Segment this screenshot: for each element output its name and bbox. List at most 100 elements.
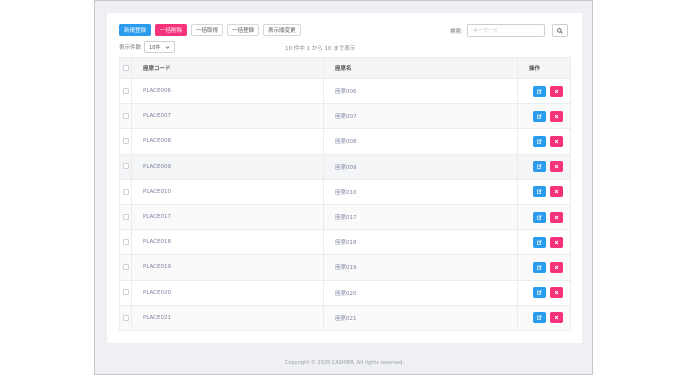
edit-button[interactable]	[533, 135, 546, 147]
table-row: PLACE021 座席021	[119, 304, 571, 331]
table-info: 10 件中 1 から 10 まで表示	[285, 46, 356, 52]
row-checkbox[interactable]	[122, 314, 129, 321]
page-length-value: 10件	[149, 44, 161, 51]
row-checkbox[interactable]	[122, 113, 129, 120]
row-checkbox[interactable]	[122, 138, 129, 145]
row-checkbox[interactable]	[122, 238, 129, 245]
delete-button[interactable]	[550, 135, 563, 147]
page-length-select[interactable]: 10件	[144, 41, 176, 53]
table-row: PLACE006 座席006	[119, 77, 571, 105]
search-icon	[557, 27, 563, 34]
row-checkbox[interactable]	[122, 188, 129, 195]
table-row: PLACE017 座席017	[119, 203, 571, 231]
row-actions	[517, 128, 571, 155]
header-ops: 操作	[517, 57, 571, 79]
table-header-row: 座席コード 座席名 操作	[119, 57, 571, 79]
row-checkbox[interactable]	[122, 87, 129, 94]
row-checkbox-cell	[119, 279, 132, 306]
close-icon	[554, 190, 559, 194]
delete-button[interactable]	[550, 261, 563, 273]
toolbar: 新規登録 一括削除 一括取得 一括登録 表示順変更	[119, 24, 301, 36]
chevron-down-icon	[165, 45, 170, 49]
edit-icon	[537, 214, 542, 220]
close-icon	[554, 265, 559, 270]
delete-button[interactable]	[550, 85, 563, 97]
edit-icon	[537, 114, 542, 119]
content-card: 新規登録 一括削除 一括取得 一括登録 表示順変更 検索: 表示件数 10件	[107, 13, 582, 343]
edit-button[interactable]	[533, 110, 546, 122]
table-row: PLACE010 座席010	[119, 178, 571, 205]
header-code[interactable]: 座席コード	[131, 57, 324, 79]
row-checkbox-cell	[119, 103, 132, 130]
edit-icon	[537, 164, 542, 169]
edit-icon	[537, 315, 542, 321]
seat-code: PLACE021	[131, 304, 324, 331]
edit-button[interactable]	[533, 211, 546, 223]
row-checkbox[interactable]	[122, 289, 129, 296]
edit-button[interactable]	[533, 261, 546, 273]
seat-name: 座席019	[323, 254, 518, 281]
row-checkbox[interactable]	[122, 163, 129, 170]
edit-button[interactable]	[533, 161, 546, 173]
seat-code: PLACE010	[131, 178, 324, 205]
row-checkbox[interactable]	[122, 264, 129, 271]
row-checkbox-cell	[119, 304, 132, 331]
seat-code: PLACE019	[131, 254, 324, 281]
delete-button[interactable]	[550, 312, 563, 324]
close-icon	[554, 290, 559, 295]
table-row: PLACE009 座席009	[119, 153, 571, 180]
delete-button[interactable]	[550, 287, 563, 299]
close-icon	[554, 89, 559, 93]
search-input[interactable]	[467, 24, 545, 37]
app-frame: 新規登録 一括削除 一括取得 一括登録 表示順変更 検索: 表示件数 10件	[94, 0, 593, 375]
edit-button[interactable]	[533, 312, 546, 324]
seat-name: 座席017	[323, 203, 518, 231]
row-checkbox-cell	[119, 153, 132, 180]
edit-icon	[537, 189, 542, 195]
close-icon	[554, 315, 559, 320]
delete-button[interactable]	[550, 236, 563, 248]
header-checkbox-cell	[119, 57, 132, 79]
row-checkbox-cell	[119, 128, 132, 155]
seat-name: 座席021	[323, 304, 518, 331]
seat-code: PLACE009	[131, 153, 324, 180]
edit-button[interactable]	[533, 186, 546, 198]
row-actions	[517, 254, 571, 281]
seat-name: 座席018	[323, 229, 518, 256]
delete-button[interactable]	[550, 211, 563, 223]
seat-name: 座席009	[323, 153, 518, 180]
select-all-checkbox[interactable]	[122, 64, 129, 71]
row-checkbox[interactable]	[122, 213, 129, 220]
edit-button[interactable]	[533, 236, 546, 248]
display-order-button[interactable]: 表示順変更	[263, 24, 301, 36]
row-actions	[517, 203, 571, 231]
row-actions	[517, 103, 571, 130]
search-label: 検索:	[450, 28, 463, 35]
seat-code: PLACE008	[131, 128, 324, 155]
table-row: PLACE018 座席018	[119, 229, 571, 256]
delete-button[interactable]	[550, 110, 563, 122]
new-button[interactable]: 新規登録	[119, 24, 152, 36]
row-checkbox-cell	[119, 229, 132, 256]
close-icon	[554, 215, 559, 219]
close-icon	[554, 114, 559, 119]
bulk-delete-button[interactable]: 一括削除	[155, 24, 188, 36]
bulk-register-button[interactable]: 一括登録	[227, 24, 260, 36]
seat-name: 座席007	[323, 103, 518, 130]
edit-icon	[537, 265, 542, 270]
row-checkbox-cell	[119, 254, 132, 281]
header-name[interactable]: 座席名	[323, 57, 518, 79]
seat-code: PLACE018	[131, 229, 324, 256]
edit-icon	[537, 88, 542, 94]
table-row: PLACE019 座席019	[119, 254, 571, 281]
delete-button[interactable]	[550, 161, 563, 173]
bulk-get-button[interactable]: 一括取得	[191, 24, 224, 36]
edit-button[interactable]	[533, 85, 546, 97]
seat-code: PLACE017	[131, 203, 324, 231]
table-body: PLACE006 座席006 PLACE007 座席007 PLACE008 座…	[119, 77, 571, 331]
edit-button[interactable]	[533, 287, 546, 299]
search-button[interactable]	[552, 24, 568, 37]
delete-button[interactable]	[550, 186, 563, 198]
seat-code: PLACE020	[131, 279, 324, 306]
seat-table: 座席コード 座席名 操作 PLACE006 座席006 PLACE007 座席0…	[119, 57, 571, 331]
